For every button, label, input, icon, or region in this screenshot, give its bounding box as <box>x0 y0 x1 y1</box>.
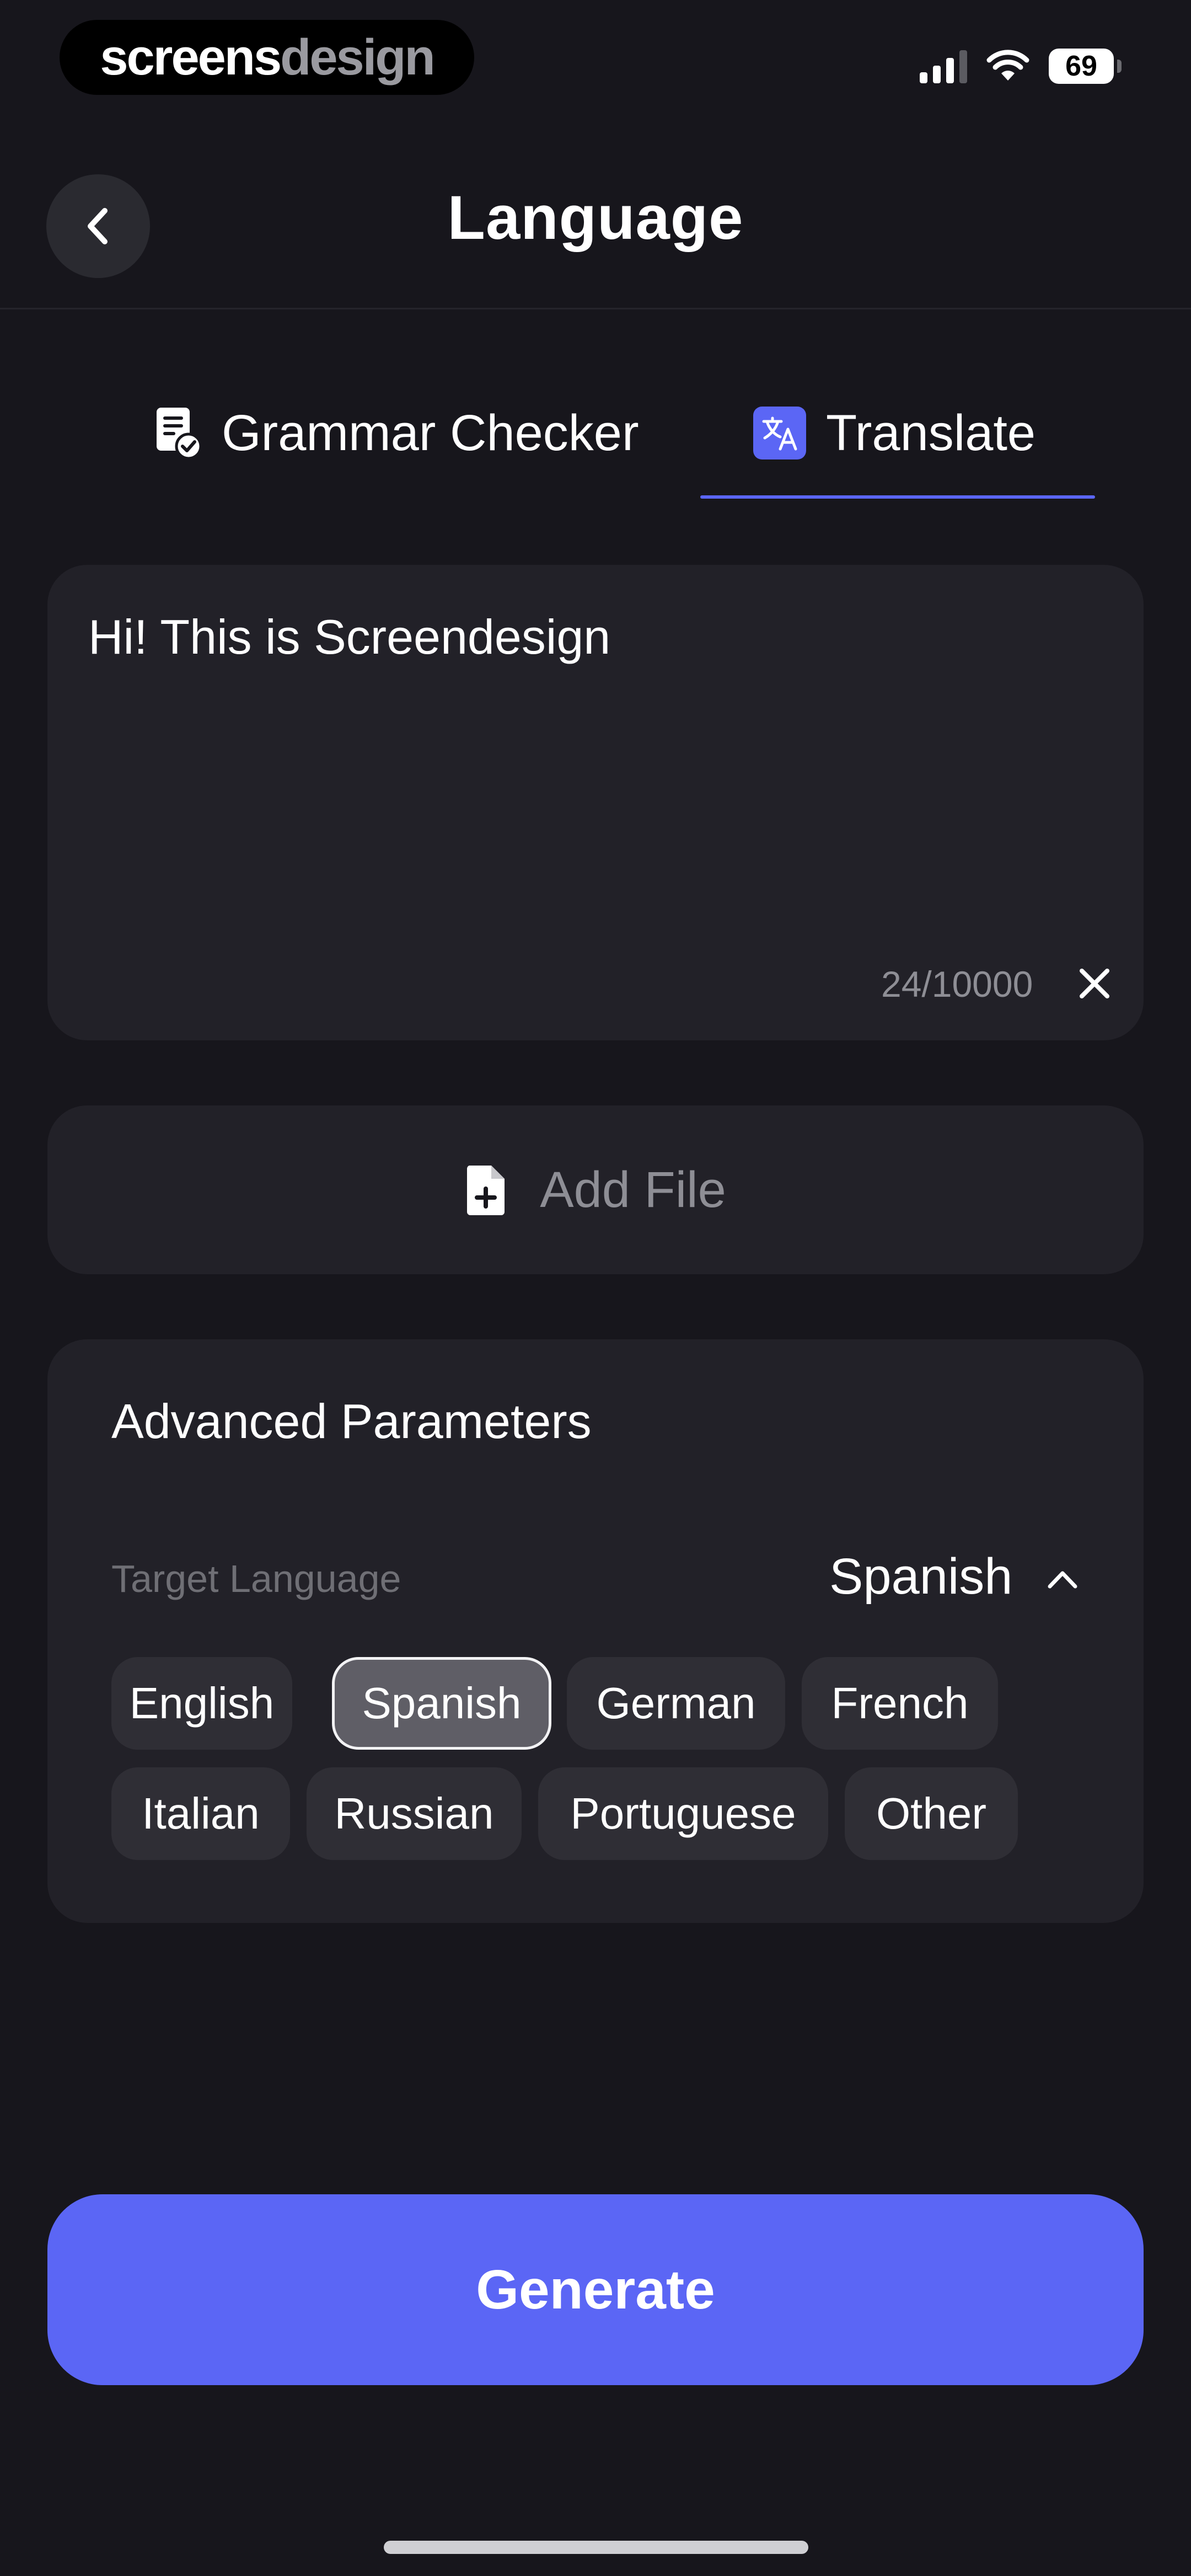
text-input[interactable]: Hi! This is Screendesign <box>88 609 610 665</box>
chevron-up-icon[interactable] <box>1043 1561 1082 1600</box>
generate-button[interactable]: Generate <box>47 2194 1144 2385</box>
language-chip-portuguese[interactable]: Portuguese <box>538 1767 828 1860</box>
language-chip-spanish[interactable]: Spanish <box>332 1657 551 1750</box>
tab-grammar-checker[interactable]: Grammar Checker <box>154 386 639 480</box>
brand-logo: screens design <box>60 20 474 95</box>
language-chip-english[interactable]: English <box>111 1657 292 1750</box>
document-check-icon <box>157 408 202 460</box>
target-language-label: Target Language <box>111 1557 401 1600</box>
tab-translate[interactable]: Translate <box>753 386 1036 480</box>
brand-logo-part1: screens <box>100 29 282 85</box>
close-icon[interactable] <box>1075 964 1114 1003</box>
language-chip-russian[interactable]: Russian <box>307 1767 522 1860</box>
tab-grammar-checker-label: Grammar Checker <box>222 404 639 461</box>
advanced-parameters-title: Advanced Parameters <box>111 1394 592 1449</box>
wifi-icon <box>986 50 1029 81</box>
translate-icon <box>753 407 806 459</box>
add-file-button[interactable]: Add File <box>47 1105 1144 1274</box>
file-plus-icon <box>467 1166 505 1215</box>
battery-indicator: 69 <box>1049 49 1122 84</box>
home-indicator[interactable] <box>384 2541 808 2554</box>
page-title: Language <box>447 183 744 252</box>
tab-translate-label: Translate <box>826 404 1036 461</box>
language-chip-german[interactable]: German <box>567 1657 785 1750</box>
signal-bars-icon <box>920 49 967 83</box>
status-indicators: 69 <box>920 44 1122 88</box>
target-language-value[interactable]: Spanish <box>829 1548 1012 1606</box>
brand-logo-part2: design <box>280 29 435 85</box>
language-chip-french[interactable]: French <box>802 1657 998 1750</box>
header-divider <box>0 308 1191 309</box>
active-tab-indicator <box>700 495 1095 499</box>
language-chip-other[interactable]: Other <box>845 1767 1018 1860</box>
language-chip-italian[interactable]: Italian <box>111 1767 290 1860</box>
character-counter: 24/10000 <box>881 964 1033 1004</box>
add-file-label: Add File <box>540 1161 726 1218</box>
